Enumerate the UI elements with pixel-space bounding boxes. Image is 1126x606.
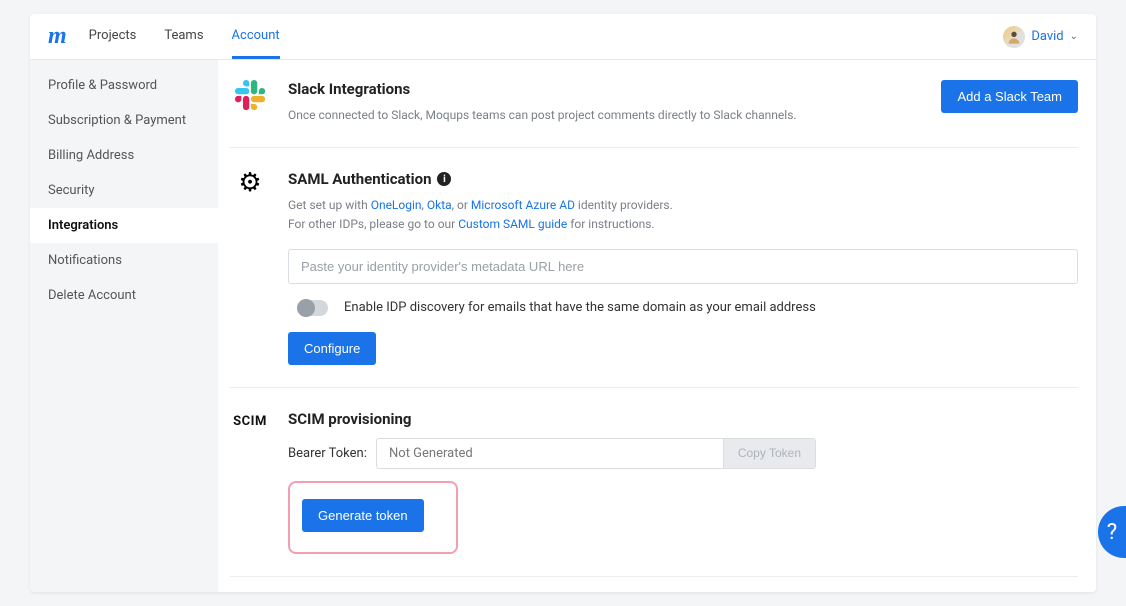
idp-toggle-label: Enable IDP discovery for emails that hav… xyxy=(344,300,816,315)
generate-token-button[interactable]: Generate token xyxy=(302,499,424,532)
info-icon[interactable]: i xyxy=(437,172,451,186)
scim-icon: SCIM xyxy=(230,414,270,429)
section-slack: Slack Integrations Once connected to Sla… xyxy=(230,80,1078,148)
link-custom-saml[interactable]: Custom SAML guide xyxy=(458,217,567,231)
tab-teams[interactable]: Teams xyxy=(164,14,203,59)
logo-moqups[interactable]: m xyxy=(48,23,67,50)
add-slack-team-button[interactable]: Add a Slack Team xyxy=(941,80,1078,113)
sidebar-item-security[interactable]: Security xyxy=(30,173,218,208)
link-okta[interactable]: Okta xyxy=(427,198,452,212)
tab-projects[interactable]: Projects xyxy=(89,14,137,59)
nav-tabs: Projects Teams Account xyxy=(89,14,280,59)
slack-desc: Once connected to Slack, Moqups teams ca… xyxy=(288,106,923,125)
sidebar-item-integrations[interactable]: Integrations xyxy=(30,208,218,243)
user-menu[interactable]: David ⌄ xyxy=(1003,26,1078,48)
bearer-token-box: Not Generated Copy Token xyxy=(376,438,816,469)
sidebar-item-notifications[interactable]: Notifications xyxy=(30,243,218,278)
avatar xyxy=(1003,26,1025,48)
saml-desc: Get set up with OneLogin, Okta, or Micro… xyxy=(288,196,1078,234)
sidebar-item-profile[interactable]: Profile & Password xyxy=(30,68,218,103)
saml-metadata-input[interactable] xyxy=(288,249,1078,284)
sidebar-item-delete[interactable]: Delete Account xyxy=(30,278,218,313)
app-window: m Projects Teams Account David ⌄ Profile… xyxy=(30,14,1096,592)
link-onelogin[interactable]: OneLogin xyxy=(371,198,422,212)
content-area: Slack Integrations Once connected to Sla… xyxy=(218,60,1096,592)
sidebar-item-subscription[interactable]: Subscription & Payment xyxy=(30,103,218,138)
chevron-down-icon: ⌄ xyxy=(1070,31,1078,42)
idp-discovery-toggle[interactable] xyxy=(298,300,328,316)
configure-button[interactable]: Configure xyxy=(288,332,376,365)
user-name: David xyxy=(1031,29,1063,44)
slack-icon xyxy=(230,80,270,125)
slack-title: Slack Integrations xyxy=(288,80,923,98)
section-scim: SCIM SCIM provisioning Bearer Token: Not… xyxy=(230,410,1078,577)
tab-account[interactable]: Account xyxy=(232,14,280,59)
sidebar-item-billing[interactable]: Billing Address xyxy=(30,138,218,173)
link-azure[interactable]: Microsoft Azure AD xyxy=(471,198,575,212)
saml-title: SAML Authentication xyxy=(288,170,431,188)
top-nav: m Projects Teams Account David ⌄ xyxy=(30,14,1096,60)
copy-token-button: Copy Token xyxy=(723,439,815,468)
sidebar: Profile & Password Subscription & Paymen… xyxy=(30,60,218,592)
bearer-token-label: Bearer Token: xyxy=(288,446,376,461)
bearer-token-value: Not Generated xyxy=(377,439,723,468)
scim-title: SCIM provisioning xyxy=(288,410,1078,428)
gear-icon: ⚙ xyxy=(230,170,270,196)
generate-token-highlight: Generate token xyxy=(288,481,458,554)
section-saml: ⚙ SAML Authentication i Get set up with … xyxy=(230,170,1078,387)
